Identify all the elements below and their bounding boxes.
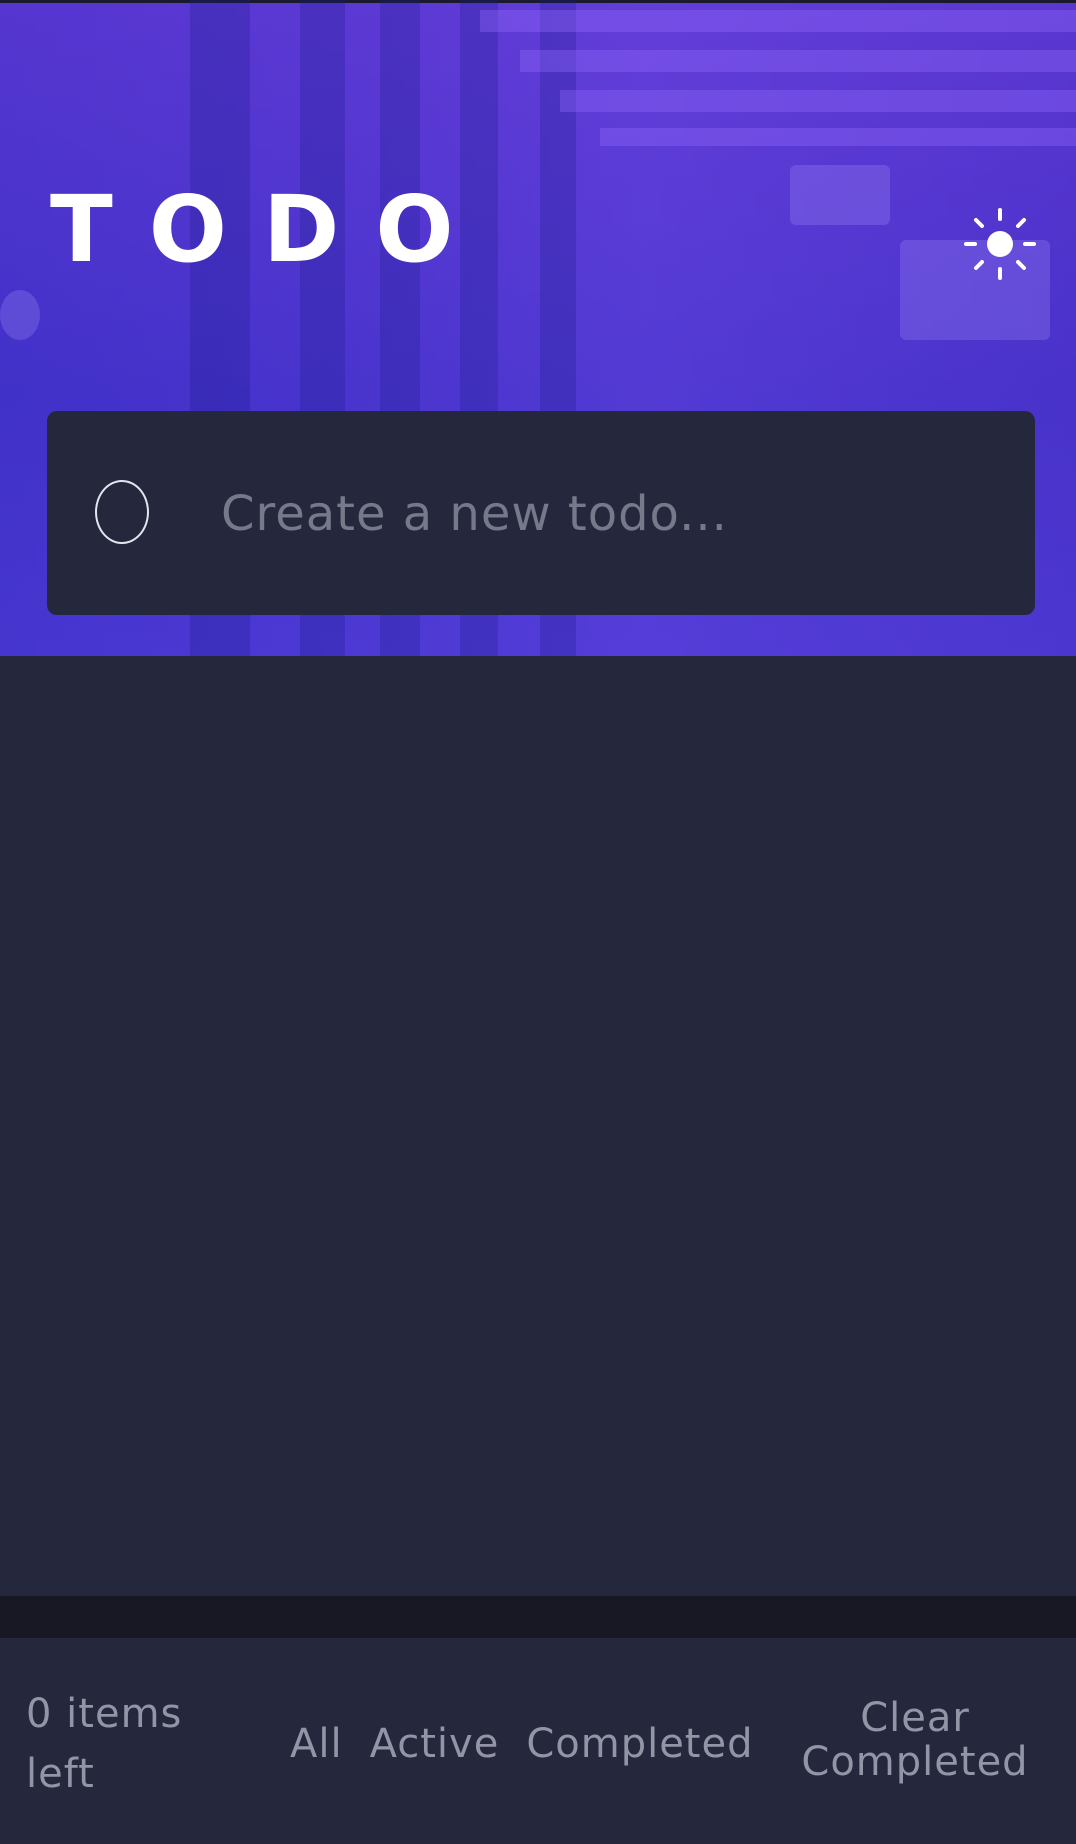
theme-toggle-button[interactable] (962, 206, 1038, 282)
new-todo-check-circle[interactable] (95, 480, 149, 544)
todo-list (0, 656, 1076, 1596)
background-stripe (520, 50, 1076, 72)
new-todo-card (47, 411, 1035, 615)
background-sign (790, 165, 890, 225)
items-left-count: 0 items left (26, 1691, 183, 1797)
filter-completed[interactable]: Completed (526, 1721, 753, 1767)
filter-all[interactable]: All (290, 1721, 343, 1767)
top-edge (0, 0, 1076, 3)
filter-group: All Active Completed (290, 1714, 781, 1774)
filter-active[interactable]: Active (370, 1721, 500, 1767)
background-stripe (560, 90, 1076, 112)
background-stripe (600, 128, 1076, 146)
todo-footer: 0 items left All Active Completed Clear … (0, 1638, 1076, 1844)
clear-completed-button[interactable]: Clear Completed (800, 1696, 1030, 1784)
app-title: TODO (50, 176, 490, 283)
footer-divider (0, 1596, 1076, 1638)
sun-icon (964, 208, 1036, 280)
new-todo-input[interactable] (219, 473, 983, 555)
background-stripe (480, 10, 1076, 32)
background-light (0, 290, 40, 340)
